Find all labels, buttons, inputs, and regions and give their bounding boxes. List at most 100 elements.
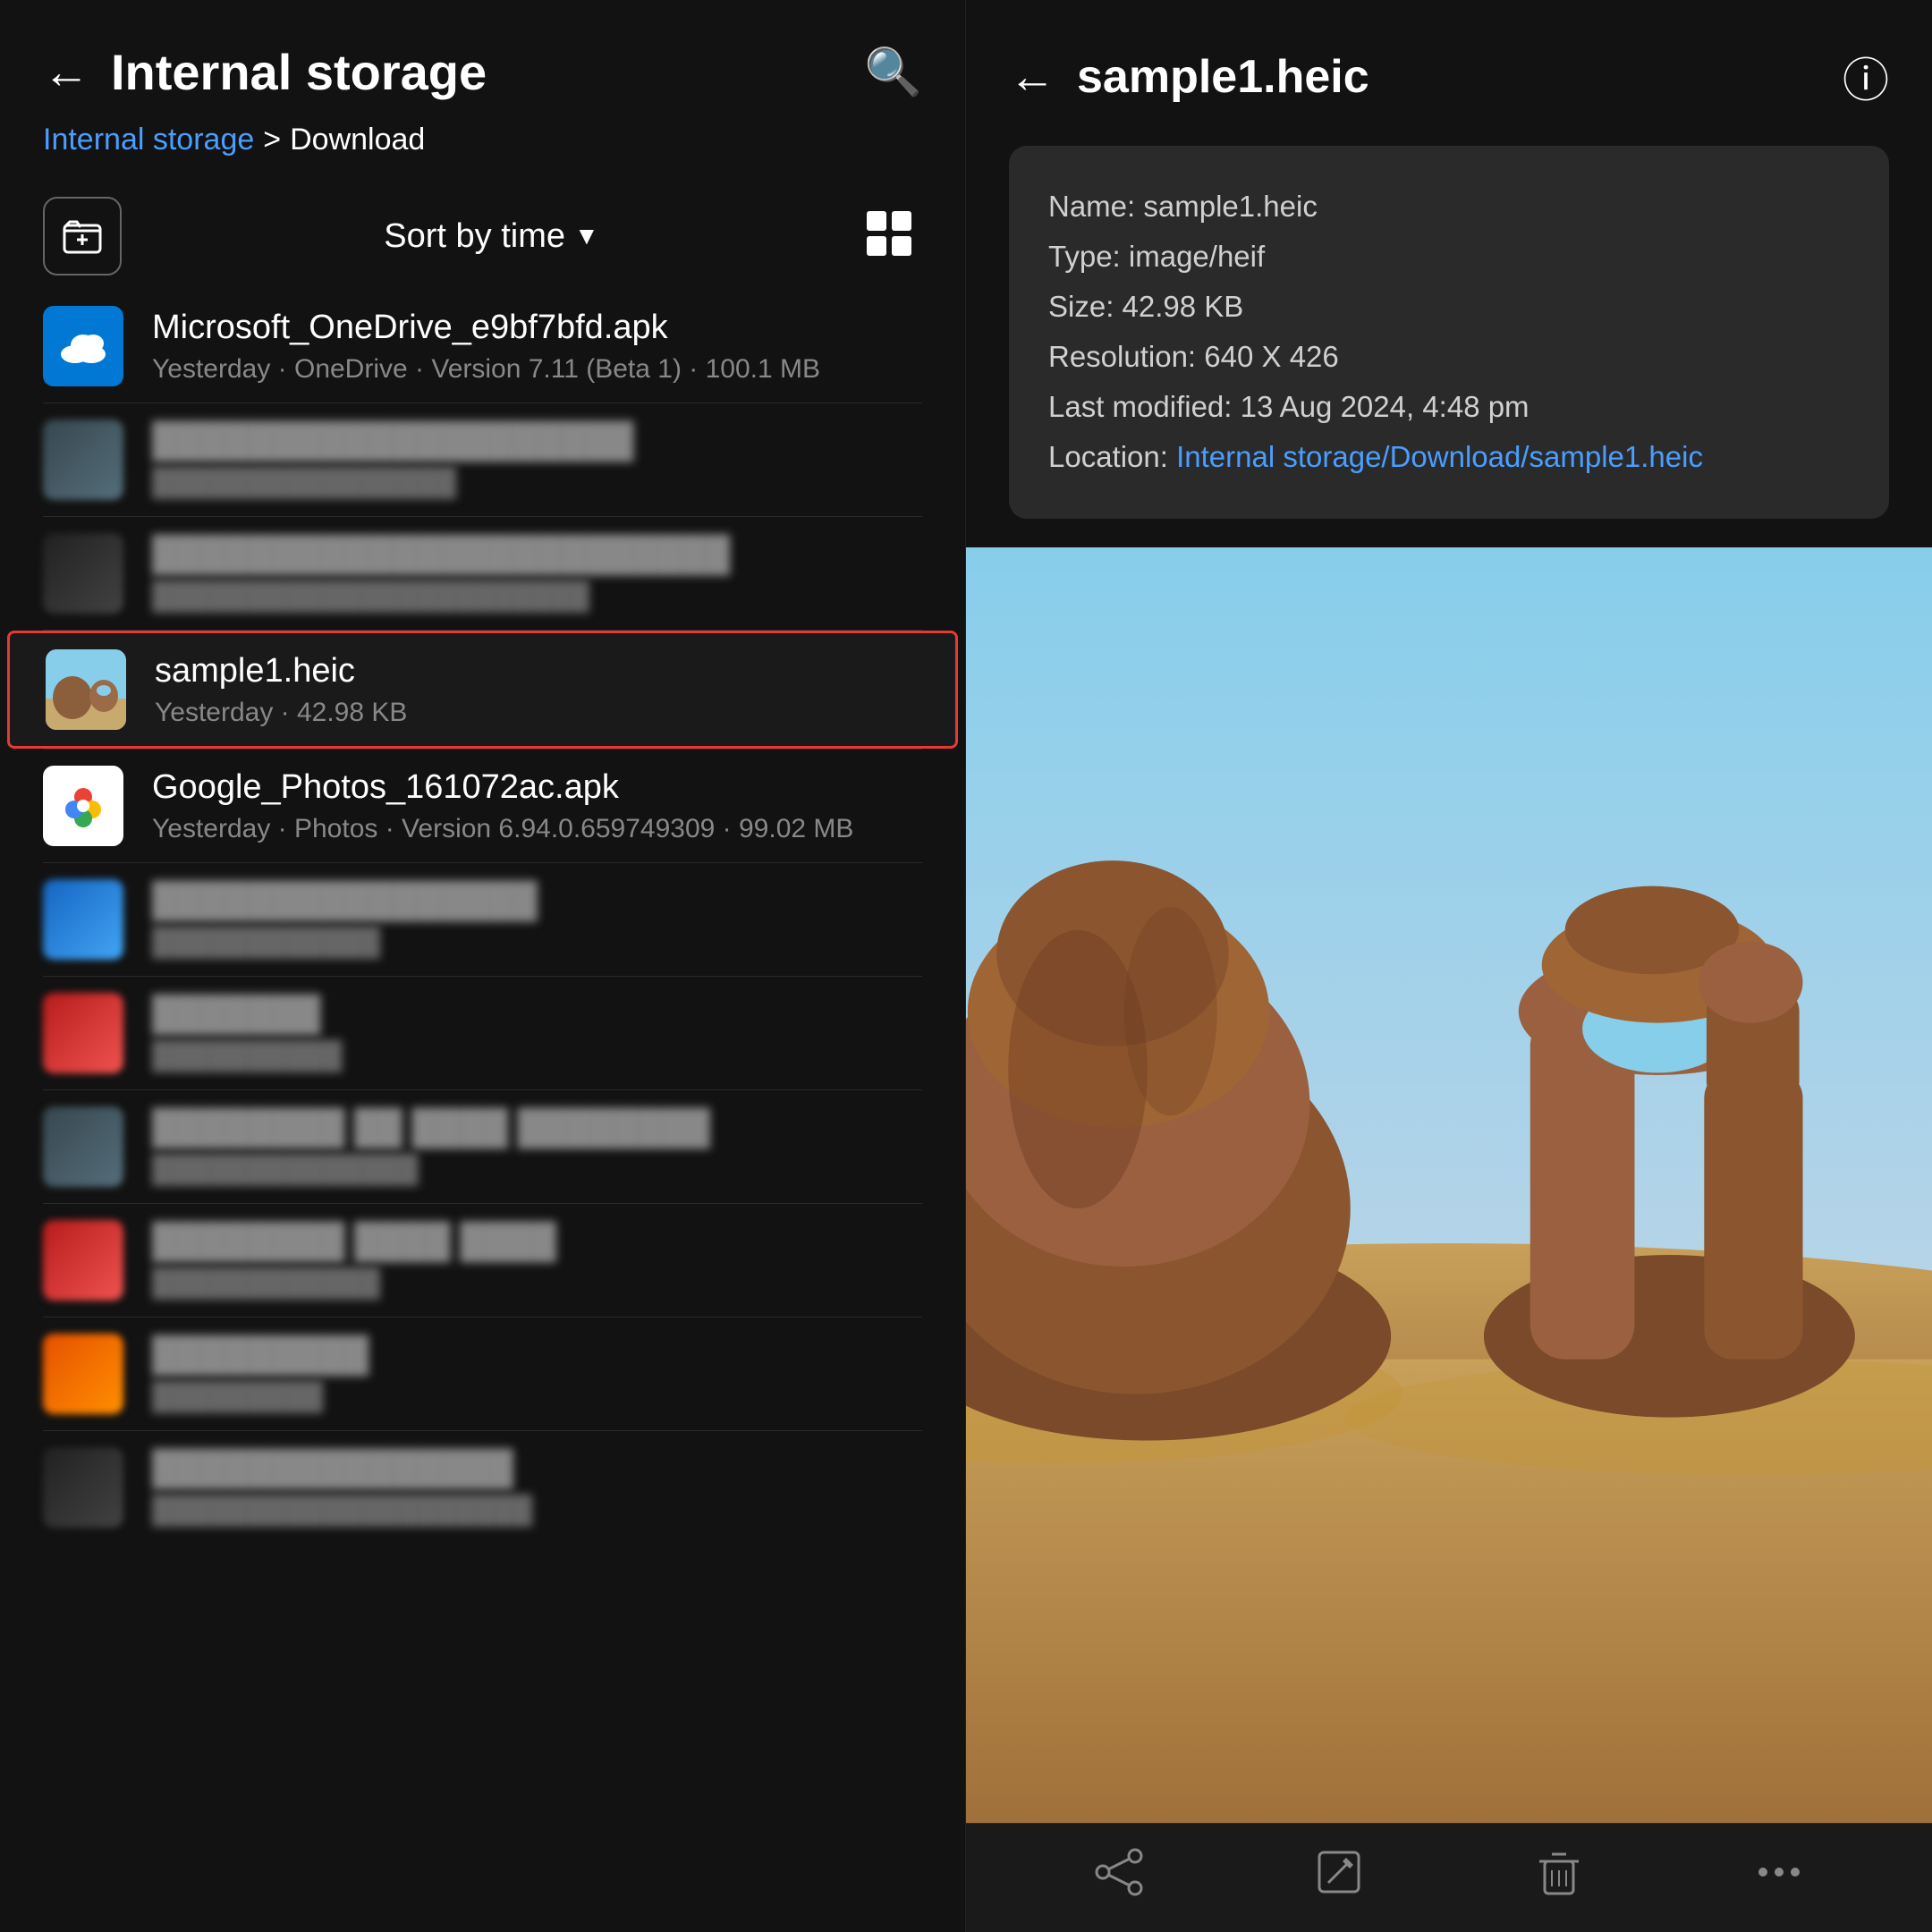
file-name: Google_Photos_161072ac.apk (152, 768, 922, 807)
file-meta: Yesterday · 42.98 KB (155, 698, 919, 728)
breadcrumb-link[interactable]: Internal storage (43, 123, 254, 157)
file-meta: ████████████ (152, 1268, 922, 1299)
file-meta: ██████████████ (152, 1155, 922, 1185)
info-icon[interactable]: ⓘ (1843, 43, 1889, 110)
file-info-blurred: ███████ ██████████ (152, 996, 922, 1072)
sort-arrow-icon: ▼ (574, 222, 599, 250)
sample1-preview-icon (46, 649, 126, 730)
share-svg (1092, 1845, 1146, 1899)
file-meta: Yesterday · Photos · Version 6.94.0.6597… (152, 814, 922, 844)
file-name: ████████ ██ ████ ████████ (152, 1109, 922, 1148)
file-info-blurred: ███████████████ ████████████████████ (152, 1450, 922, 1526)
info-modified-value: 13 Aug 2024, 4:48 pm (1241, 390, 1530, 423)
new-folder-button[interactable] (43, 197, 122, 275)
file-meta: Yesterday · OneDrive · Version 7.11 (Bet… (152, 354, 922, 385)
list-item[interactable]: ███████ ██████████ (0, 977, 965, 1089)
file-thumb-blurred (43, 1334, 123, 1414)
file-name: ████████ ████ ████ (152, 1223, 922, 1261)
onedrive-cloud-icon (59, 329, 107, 363)
delete-svg (1532, 1845, 1586, 1899)
desert-scene-svg (966, 547, 1932, 1823)
grid-view-icon (861, 206, 922, 267)
search-icon[interactable]: 🔍 (864, 45, 922, 99)
right-page-title: sample1.heic (1077, 50, 1369, 104)
file-info-blurred: █████████ █████████ (152, 1336, 922, 1412)
file-meta: ████████████ (152, 928, 922, 958)
bottom-bar (966, 1823, 1932, 1932)
file-name: ███████████████ (152, 1450, 922, 1488)
file-info-gphotos: Google_Photos_161072ac.apk Yesterday · P… (152, 768, 922, 844)
file-info-card: Name: sample1.heic Type: image/heif Size… (1009, 146, 1889, 519)
list-item[interactable]: Google_Photos_161072ac.apk Yesterday · P… (0, 750, 965, 862)
file-info-onedrive: Microsoft_OneDrive_e9bf7bfd.apk Yesterda… (152, 309, 922, 385)
back-button[interactable]: ← (43, 49, 89, 96)
file-info-blurred: ████████ ██ ████ ████████ ██████████████ (152, 1109, 922, 1185)
info-modified-row: Last modified: 13 Aug 2024, 4:48 pm (1048, 382, 1850, 432)
file-thumb-gphotos (43, 766, 123, 846)
sort-button[interactable]: Sort by time ▼ (384, 217, 598, 256)
file-name: █████████ (152, 1336, 922, 1375)
file-thumb-blurred (43, 419, 123, 500)
file-info-blurred: ████████████████████ ████████████████ (152, 422, 922, 498)
info-name-value: sample1.heic (1143, 190, 1317, 223)
list-item[interactable]: ████████ ████ ████ ████████████ (0, 1204, 965, 1317)
file-thumb-blurred (43, 1447, 123, 1528)
list-item[interactable]: ████████████████████████ ███████████████… (0, 517, 965, 630)
file-meta: ██████████ (152, 1041, 922, 1072)
more-svg (1752, 1845, 1806, 1899)
delete-icon[interactable] (1532, 1845, 1586, 1911)
info-resolution-label: Resolution: (1048, 340, 1196, 373)
more-icon[interactable] (1752, 1845, 1806, 1911)
info-type-value: image/heif (1129, 240, 1265, 273)
breadcrumb: Internal storage > Download (0, 123, 965, 182)
file-meta: ████████████████ (152, 468, 922, 498)
sort-label: Sort by time (384, 217, 565, 256)
info-name-row: Name: sample1.heic (1048, 182, 1850, 232)
list-item[interactable]: ████████ ██ ████ ████████ ██████████████ (0, 1090, 965, 1203)
file-name: ████████████████████ (152, 422, 922, 461)
info-size-label: Size: (1048, 290, 1114, 323)
file-thumb-blurred (43, 1220, 123, 1301)
file-name: ████████████████ (152, 882, 922, 920)
file-info-blurred: ████████████████ ████████████ (152, 882, 922, 958)
file-info-blurred: ████████ ████ ████ ████████████ (152, 1223, 922, 1299)
folder-add-icon (61, 215, 104, 258)
file-meta: ███████████████████████ (152, 581, 922, 612)
breadcrumb-current: Download (290, 123, 425, 157)
page-title: Internal storage (111, 43, 487, 101)
list-item[interactable]: █████████ █████████ (0, 1318, 965, 1430)
share-icon[interactable] (1092, 1845, 1146, 1911)
left-header: ← Internal storage 🔍 (0, 0, 965, 123)
file-info-blurred: ████████████████████████ ███████████████… (152, 536, 922, 612)
file-thumb-sample1 (46, 649, 126, 730)
list-item-selected[interactable]: sample1.heic Yesterday · 42.98 KB (7, 631, 958, 749)
file-name: Microsoft_OneDrive_e9bf7bfd.apk (152, 309, 922, 347)
right-back-button[interactable]: ← (1009, 54, 1055, 100)
file-meta: █████████ (152, 1382, 922, 1412)
view-toggle-button[interactable] (861, 206, 922, 267)
left-panel: ← Internal storage 🔍 Internal storage > … (0, 0, 966, 1932)
list-item[interactable]: ████████████████ ████████████ (0, 863, 965, 976)
right-panel: ← sample1.heic ⓘ Name: sample1.heic Type… (966, 0, 1932, 1932)
info-size-row: Size: 42.98 KB (1048, 282, 1850, 332)
header-left-group: ← Internal storage (43, 43, 487, 101)
info-resolution-row: Resolution: 640 X 426 (1048, 332, 1850, 382)
info-type-row: Type: image/heif (1048, 232, 1850, 282)
list-item[interactable]: ████████████████████ ████████████████ (0, 403, 965, 516)
info-location-value[interactable]: Internal storage/Download/sample1.heic (1176, 440, 1703, 473)
info-modified-label: Last modified: (1048, 390, 1232, 423)
info-name-label: Name: (1048, 190, 1135, 223)
file-name: ███████ (152, 996, 922, 1034)
file-name: sample1.heic (155, 652, 919, 691)
info-type-label: Type: (1048, 240, 1121, 273)
edit-icon[interactable] (1312, 1845, 1366, 1911)
file-thumb-blurred (43, 993, 123, 1073)
image-preview (966, 547, 1932, 1823)
list-item[interactable]: ███████████████ ████████████████████ (0, 1431, 965, 1544)
right-header-left: ← sample1.heic (1009, 50, 1369, 104)
toolbar: Sort by time ▼ (0, 182, 965, 290)
file-thumb-blurred (43, 533, 123, 614)
list-item[interactable]: Microsoft_OneDrive_e9bf7bfd.apk Yesterda… (0, 290, 965, 402)
file-thumb-onedrive (43, 306, 123, 386)
info-size-value: 42.98 KB (1123, 290, 1244, 323)
